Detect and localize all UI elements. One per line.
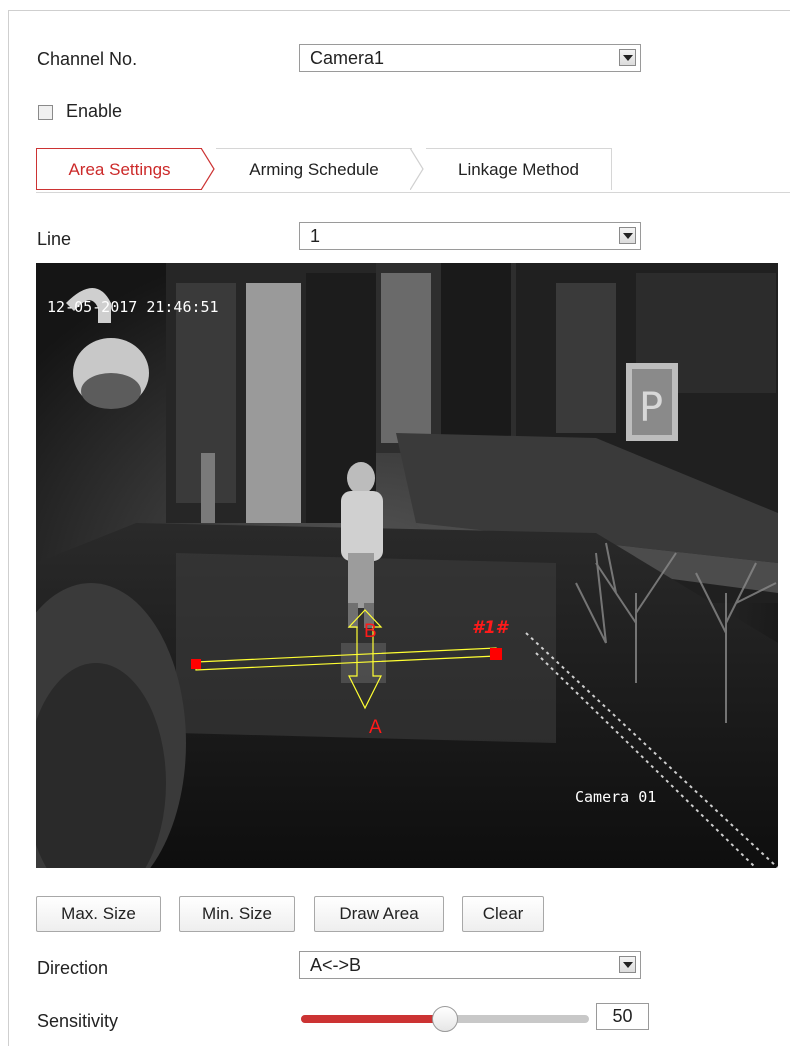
tab-separator: [201, 148, 215, 190]
live-video[interactable]: P 12-05-2017 21:46:51 Camera 01 #1# B A: [36, 263, 778, 868]
channel-select[interactable]: Camera1: [299, 44, 641, 72]
channel-value: Camera1: [310, 48, 385, 68]
chevron-down-icon[interactable]: [619, 49, 636, 66]
channel-label: Channel No.: [37, 49, 138, 69]
direction-select[interactable]: A<->B: [299, 951, 641, 979]
tab-bar: Area Settings Arming Schedule Linkage Me…: [36, 148, 790, 193]
direction-value: A<->B: [310, 955, 362, 975]
draw-area-button[interactable]: Draw Area: [314, 896, 444, 932]
min-size-button[interactable]: Min. Size: [179, 896, 295, 932]
tab-linkage-method[interactable]: Linkage Method: [426, 148, 612, 190]
enable-label: Enable: [66, 101, 123, 121]
tab-separator: [410, 148, 424, 190]
tab-arming-schedule[interactable]: Arming Schedule: [216, 148, 412, 190]
video-timestamp: 12-05-2017 21:46:51: [47, 298, 219, 316]
max-size-button[interactable]: Max. Size: [36, 896, 161, 932]
line-id-label: #1#: [472, 618, 510, 638]
side-a-label: A: [369, 717, 382, 738]
line-value: 1: [310, 226, 321, 246]
sensitivity-slider-handle[interactable]: [432, 1006, 458, 1032]
video-overlay: 12-05-2017 21:46:51 Camera 01 #1# B A: [47, 298, 656, 806]
chevron-down-icon[interactable]: [619, 227, 636, 244]
tab-label: Arming Schedule: [249, 160, 379, 179]
line-label: Line: [37, 229, 72, 249]
clear-button[interactable]: Clear: [462, 896, 544, 932]
tab-label: Area Settings: [68, 160, 171, 179]
side-b-label: B: [364, 621, 377, 642]
camera-name-osd: Camera 01: [575, 788, 656, 806]
tab-label: Linkage Method: [458, 160, 579, 179]
sensitivity-value[interactable]: 50: [596, 1003, 649, 1030]
chevron-down-icon[interactable]: [619, 956, 636, 973]
enable-checkbox[interactable]: [38, 105, 53, 120]
line-select[interactable]: 1: [299, 222, 641, 250]
direction-label: Direction: [37, 958, 109, 978]
sensitivity-slider-fill: [301, 1015, 445, 1023]
tab-area-settings[interactable]: Area Settings: [36, 148, 202, 190]
sensitivity-label: Sensitivity: [37, 1011, 119, 1031]
